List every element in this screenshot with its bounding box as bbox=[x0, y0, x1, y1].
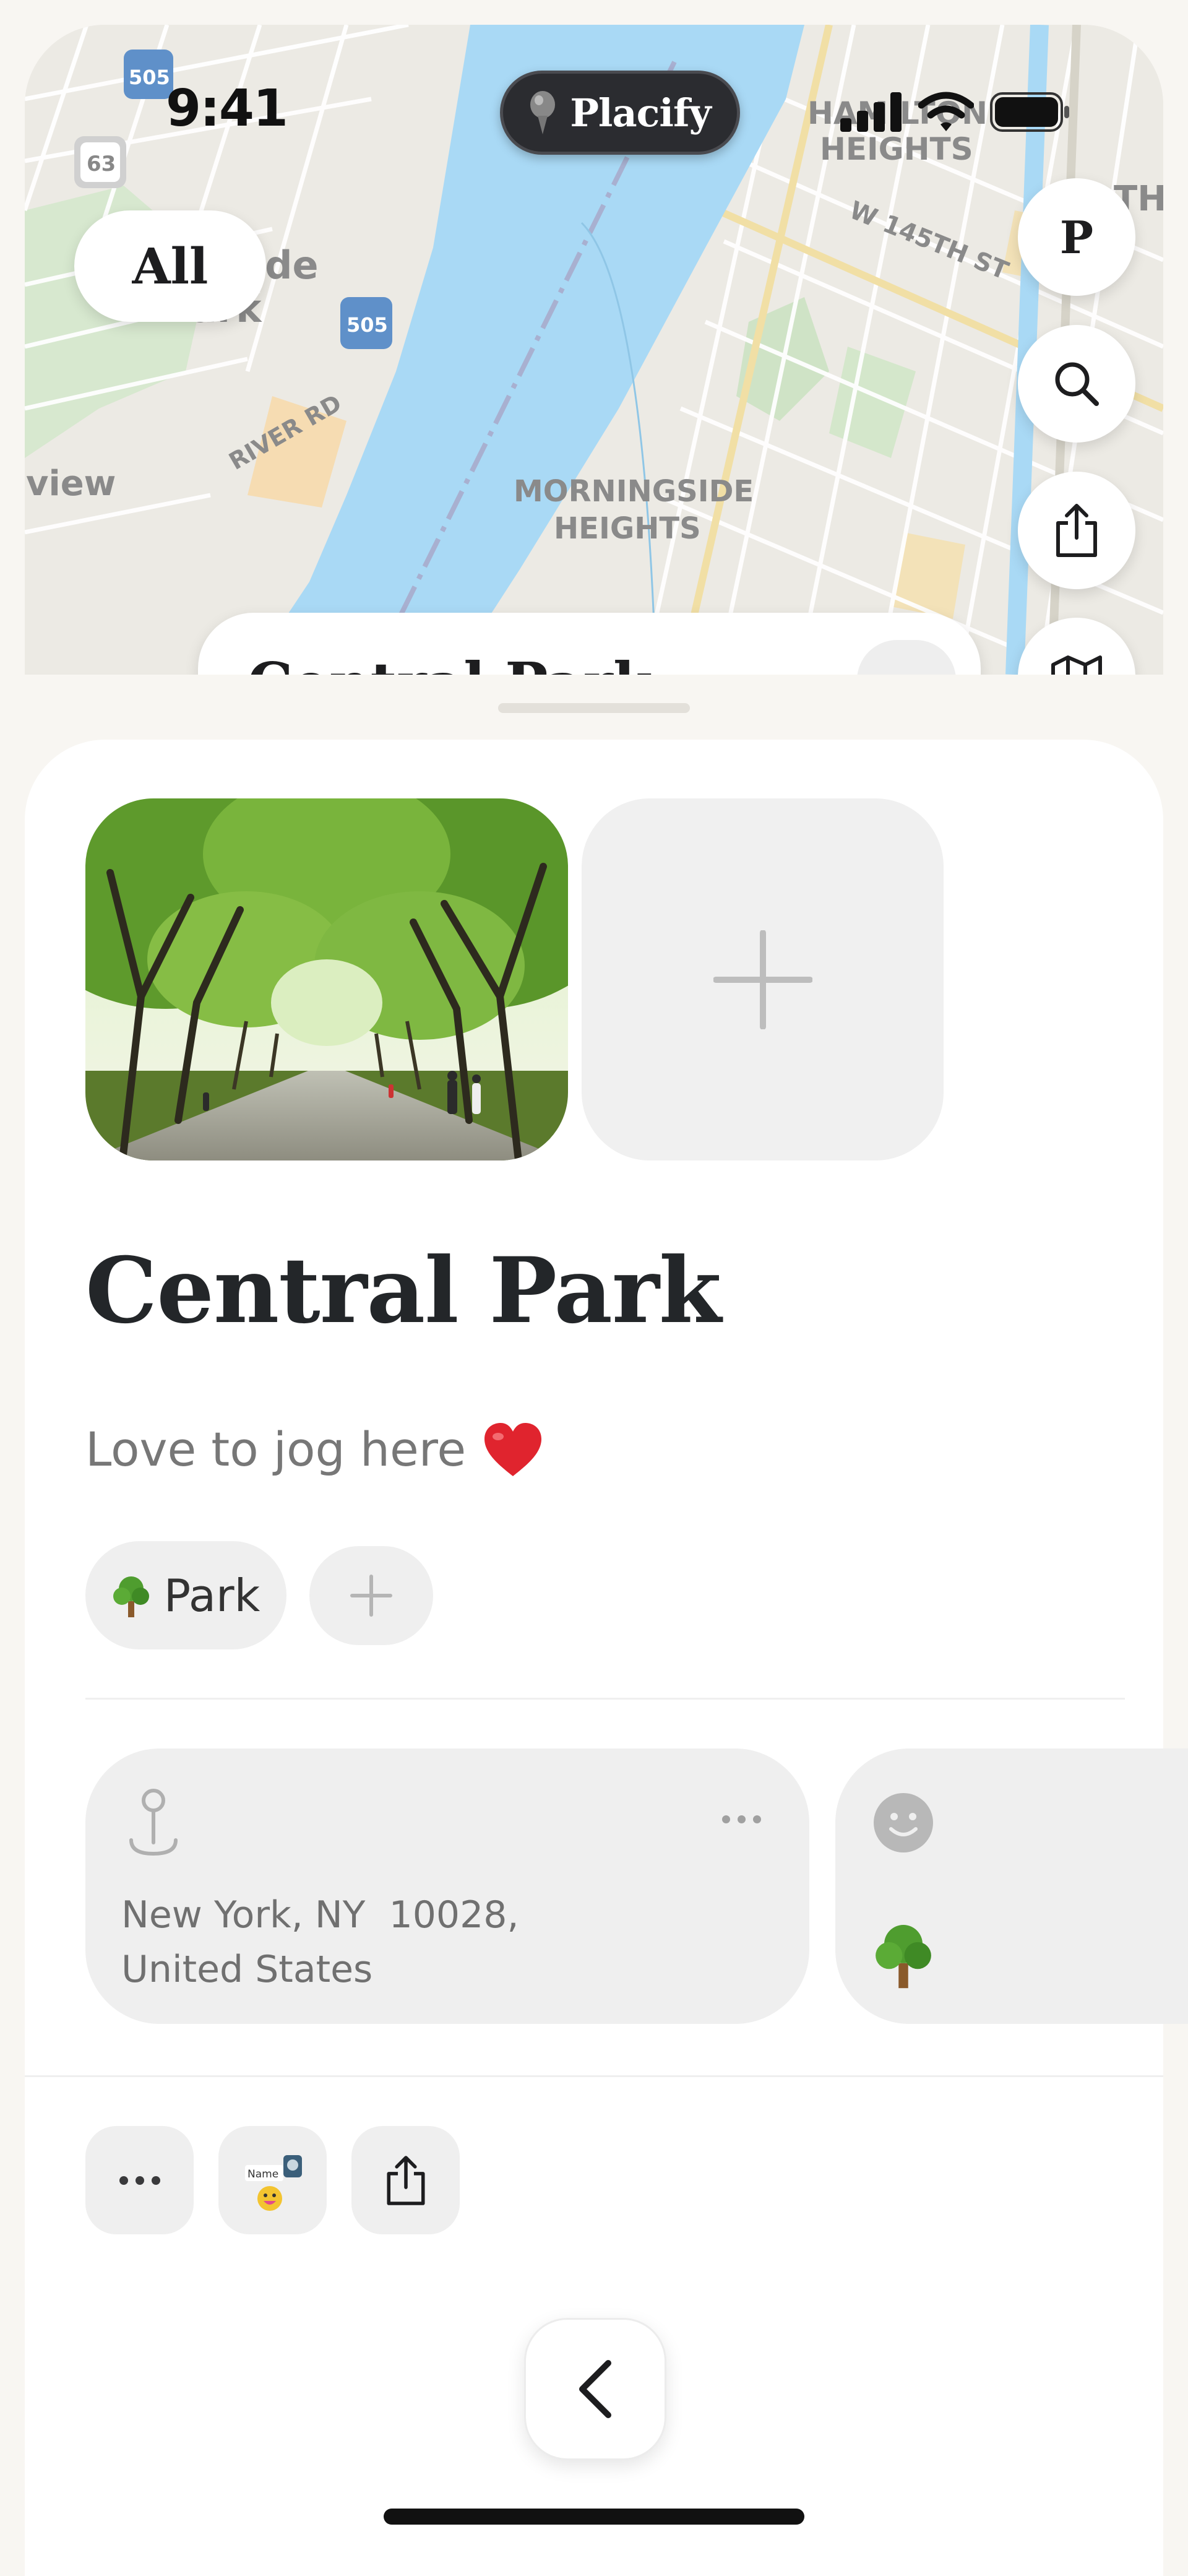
smiley-icon bbox=[874, 1793, 933, 1852]
more-dot bbox=[722, 1815, 730, 1823]
profile-button[interactable]: P bbox=[1018, 178, 1135, 296]
address-more-button[interactable] bbox=[722, 1815, 761, 1823]
map-icon bbox=[1051, 655, 1102, 675]
wifi-icon bbox=[918, 92, 974, 131]
add-tag-button[interactable] bbox=[309, 1546, 433, 1645]
tree-icon bbox=[876, 1925, 931, 1989]
app-name: Placify bbox=[570, 90, 711, 136]
category-card[interactable] bbox=[835, 1748, 1188, 2024]
place-note-text: Love to jog here bbox=[85, 1421, 467, 1477]
back-button[interactable] bbox=[524, 2318, 666, 2460]
route-505-label-2: 505 bbox=[346, 313, 388, 337]
place-title[interactable]: Central Park bbox=[85, 1238, 721, 1344]
pin-icon bbox=[530, 91, 556, 134]
place-photo[interactable] bbox=[85, 798, 568, 1160]
morningside-label: MORNINGSIDE bbox=[514, 474, 754, 509]
route-505-label: 505 bbox=[129, 66, 170, 89]
park-photo-image bbox=[85, 798, 568, 1160]
place-detail-sheet: Central Park Love to jog here Park New Y… bbox=[25, 740, 1188, 2576]
share-map-button[interactable] bbox=[1018, 472, 1135, 589]
divider bbox=[85, 1698, 1125, 1700]
filter-all-button[interactable]: All bbox=[74, 210, 266, 322]
place-note[interactable]: Love to jog here bbox=[85, 1420, 544, 1477]
tree-icon bbox=[113, 1576, 149, 1617]
search-icon bbox=[1055, 362, 1099, 406]
sticker-button[interactable]: Name bbox=[218, 2126, 327, 2234]
tag-park[interactable]: Park bbox=[85, 1541, 286, 1649]
map-place-card[interactable]: Central Park bbox=[198, 613, 981, 675]
status-indicators bbox=[840, 92, 1070, 132]
status-time: 9:41 bbox=[166, 79, 288, 138]
share-icon bbox=[1056, 504, 1097, 557]
battery-icon bbox=[990, 92, 1069, 132]
sheet-gap bbox=[0, 675, 1188, 724]
more-dot bbox=[151, 2176, 160, 2185]
chevron-left-icon bbox=[579, 2360, 611, 2418]
address-card[interactable]: New York, NY 10028, United States bbox=[85, 1748, 809, 2024]
divider bbox=[25, 2075, 1163, 2077]
app-name-pill[interactable]: Placify bbox=[500, 71, 740, 155]
filter-all-label: All bbox=[132, 237, 209, 295]
address-line-2: United States bbox=[121, 1948, 373, 1991]
more-dot bbox=[119, 2176, 128, 2185]
more-actions-button[interactable] bbox=[85, 2126, 194, 2234]
more-dot bbox=[738, 1815, 746, 1823]
search-button[interactable] bbox=[1018, 325, 1135, 443]
view-label: view bbox=[26, 464, 116, 504]
heart-icon bbox=[484, 1423, 542, 1476]
profile-initial: P bbox=[1059, 210, 1094, 264]
address-line-1: New York, NY 10028, bbox=[121, 1893, 519, 1937]
sheet-grabber[interactable] bbox=[498, 703, 690, 713]
address-text: New York, NY 10028, United States bbox=[121, 1888, 519, 1997]
route-63-label: 63 bbox=[87, 152, 116, 176]
home-indicator[interactable] bbox=[384, 2509, 804, 2525]
plus-icon bbox=[713, 930, 812, 1029]
heights-label: HEIGHTS bbox=[820, 131, 973, 167]
sticker-icon: Name bbox=[244, 2155, 302, 2211]
location-pin-icon bbox=[129, 1789, 178, 1856]
sticker-name-label: Name bbox=[248, 2168, 278, 2181]
share-icon bbox=[386, 2155, 425, 2205]
map-card-more-button[interactable] bbox=[857, 640, 956, 675]
map-view[interactable]: 505 505 63 HAMILTON HEIGHTS W 145TH ST M… bbox=[25, 25, 1163, 675]
add-photo-button[interactable] bbox=[582, 798, 944, 1160]
tag-label: Park bbox=[163, 1569, 260, 1622]
signal-icon bbox=[840, 92, 902, 132]
plus-icon bbox=[350, 1575, 392, 1617]
morningside-heights-label: HEIGHTS bbox=[554, 511, 701, 546]
map-card-title: Central Park bbox=[248, 650, 653, 675]
more-dot bbox=[135, 2176, 144, 2185]
share-place-button[interactable] bbox=[351, 2126, 460, 2234]
more-dot bbox=[753, 1815, 761, 1823]
